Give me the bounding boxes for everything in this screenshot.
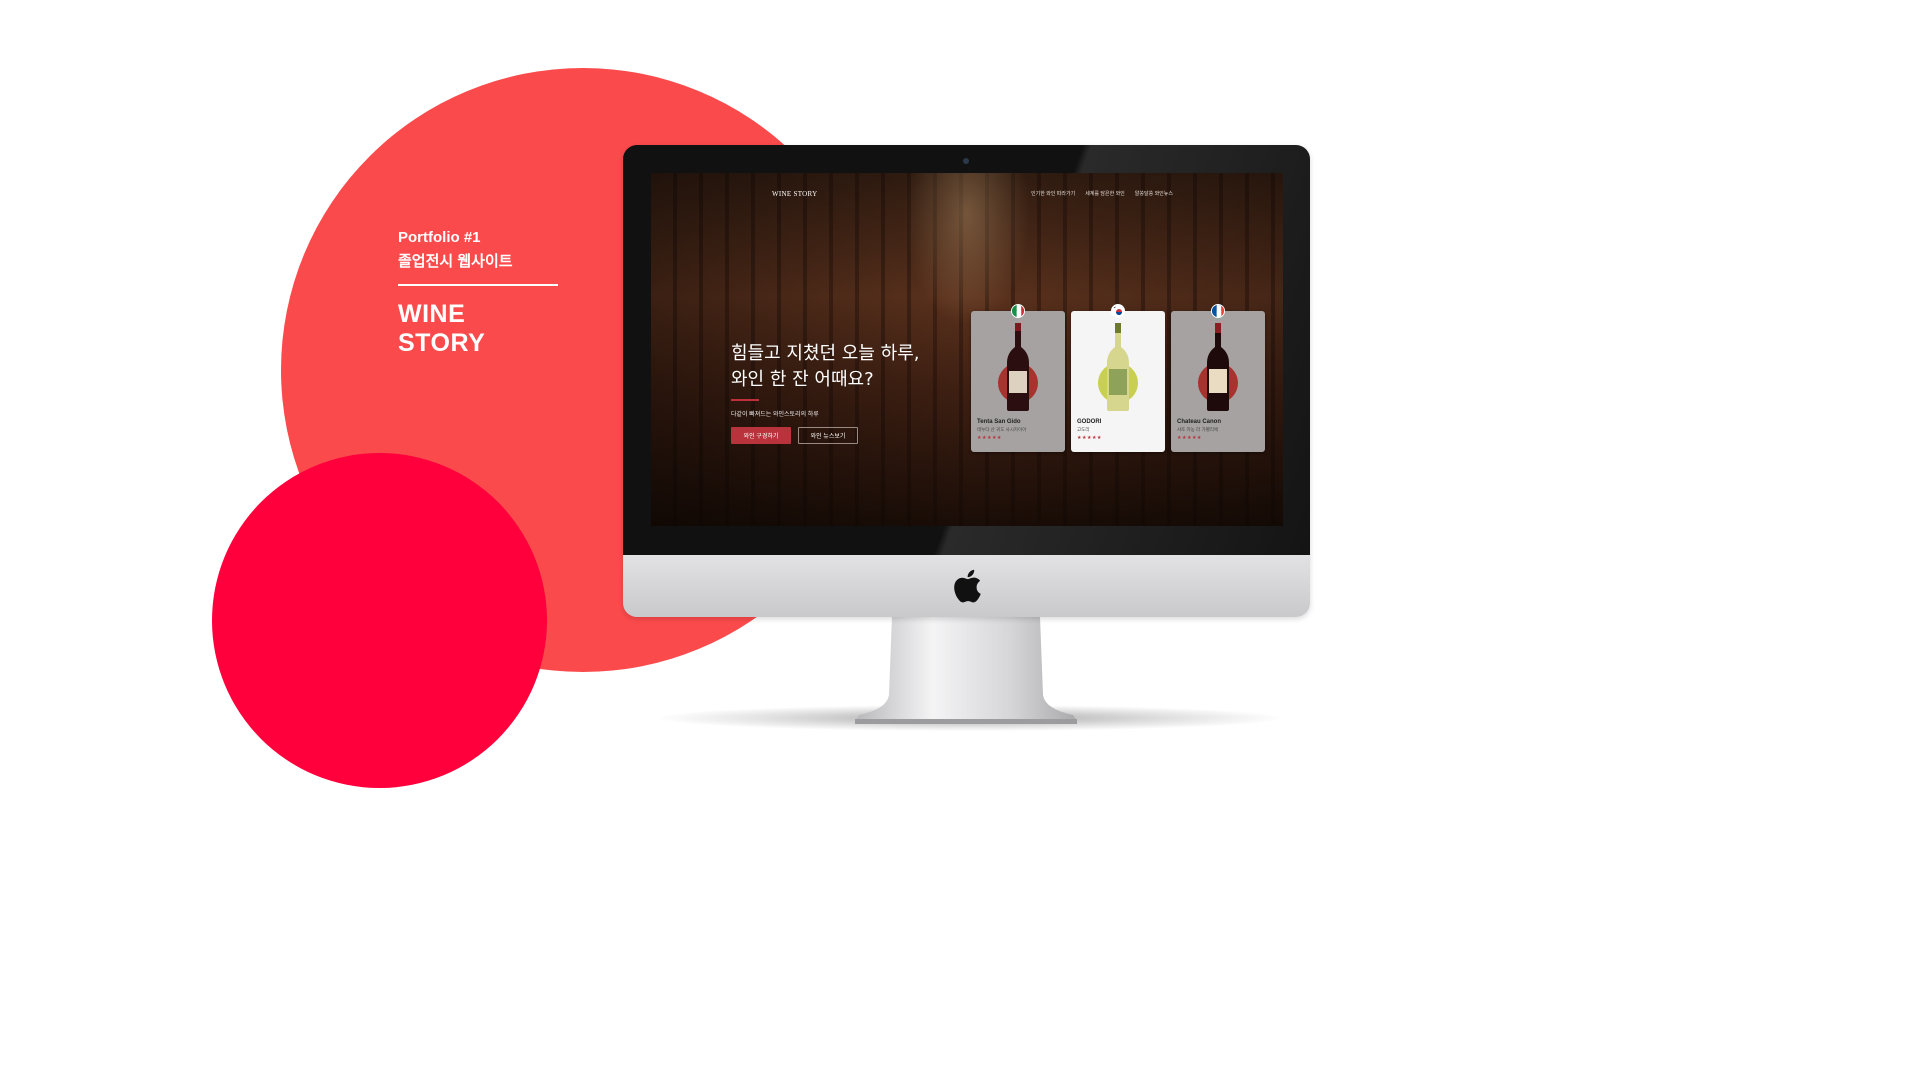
hero-subtext: 다같이 빠져드는 와인스토리의 하루: [731, 412, 819, 418]
nav-item-popular[interactable]: 인기한 와인 따라가기: [1031, 190, 1075, 197]
wine-bottle-icon: [1007, 323, 1029, 411]
portfolio-title: WINE STORY: [398, 300, 486, 357]
website-screen: WINE STORY 인기한 와인 따라가기 세계를 담은한 와인 알쏭달쏭 와…: [651, 173, 1283, 526]
nav-item-news[interactable]: 알쏭달쏭 와인뉴스: [1135, 190, 1173, 197]
monitor-bezel: WINE STORY 인기한 와인 따라가기 세계를 담은한 와인 알쏭달쏭 와…: [623, 145, 1310, 555]
imac-monitor: WINE STORY 인기한 와인 따라가기 세계를 담은한 와인 알쏭달쏭 와…: [623, 145, 1310, 617]
wine-rating: ★★★★★: [1177, 435, 1202, 441]
france-flag-icon: [1211, 304, 1225, 318]
portfolio-subtitle: 졸업전시 웹사이트: [398, 253, 513, 270]
hero-divider: [731, 399, 759, 401]
wine-card-godori[interactable]: GODORI 고도리 ★★★★★: [1071, 304, 1165, 452]
hero-headline-line1: 힘들고 지쳤던 오늘 하루,: [731, 343, 920, 364]
portfolio-number: Portfolio #1: [398, 229, 481, 246]
wine-name: Chateau Canon: [1177, 419, 1222, 425]
site-menu: 인기한 와인 따라가기 세계를 담은한 와인 알쏭달쏭 와인뉴스: [1031, 190, 1173, 197]
wine-name: GODORI: [1077, 419, 1102, 425]
site-logo[interactable]: WINE STORY: [772, 190, 817, 198]
wine-rating: ★★★★★: [1077, 435, 1102, 441]
hero-headline-line2: 와인 한 잔 어때요?: [731, 369, 874, 390]
wine-news-button[interactable]: 와인 뉴스보기: [798, 427, 858, 444]
wine-name: Tenta San Gido: [977, 419, 1021, 425]
monitor-stand: [855, 617, 1077, 724]
wine-description: 샤토 카농 라 가펠리에: [1177, 427, 1219, 432]
browse-wine-button[interactable]: 와인 구경하기: [731, 427, 791, 444]
wine-description: 고도리: [1077, 427, 1090, 432]
wine-bottle-icon: [1107, 323, 1129, 411]
wine-card-canon[interactable]: Chateau Canon 샤토 카농 라 가펠리에 ★★★★★: [1171, 304, 1265, 452]
camera-icon: [963, 158, 969, 164]
italy-flag-icon: [1011, 304, 1025, 318]
apple-logo-icon: [954, 569, 981, 603]
site-nav: WINE STORY 인기한 와인 따라가기 세계를 담은한 와인 알쏭달쏭 와…: [651, 189, 1283, 203]
korea-flag-icon: [1111, 304, 1125, 318]
monitor-chin: [623, 555, 1310, 617]
portfolio-caption: Portfolio #1 졸업전시 웹사이트 WINE STORY: [398, 226, 558, 358]
nav-item-world[interactable]: 세계를 담은한 와인: [1085, 190, 1125, 197]
wine-card-tenuta[interactable]: Tenta San Gido 테누타 산 귀도 사시카이아 ★★★★★: [971, 304, 1065, 452]
hero-section: 힘들고 지쳤던 오늘 하루, 와인 한 잔 어때요? 다같이 빠져드는 와인스토…: [731, 341, 920, 444]
wine-rating: ★★★★★: [977, 435, 1002, 441]
caption-divider: [398, 284, 558, 286]
hero-buttons: 와인 구경하기 와인 뉴스보기: [731, 427, 920, 444]
wine-bottle-icon: [1207, 323, 1229, 411]
wine-description: 테누타 산 귀도 사시카이아: [977, 427, 1027, 432]
decorative-circle-small: [212, 453, 547, 788]
